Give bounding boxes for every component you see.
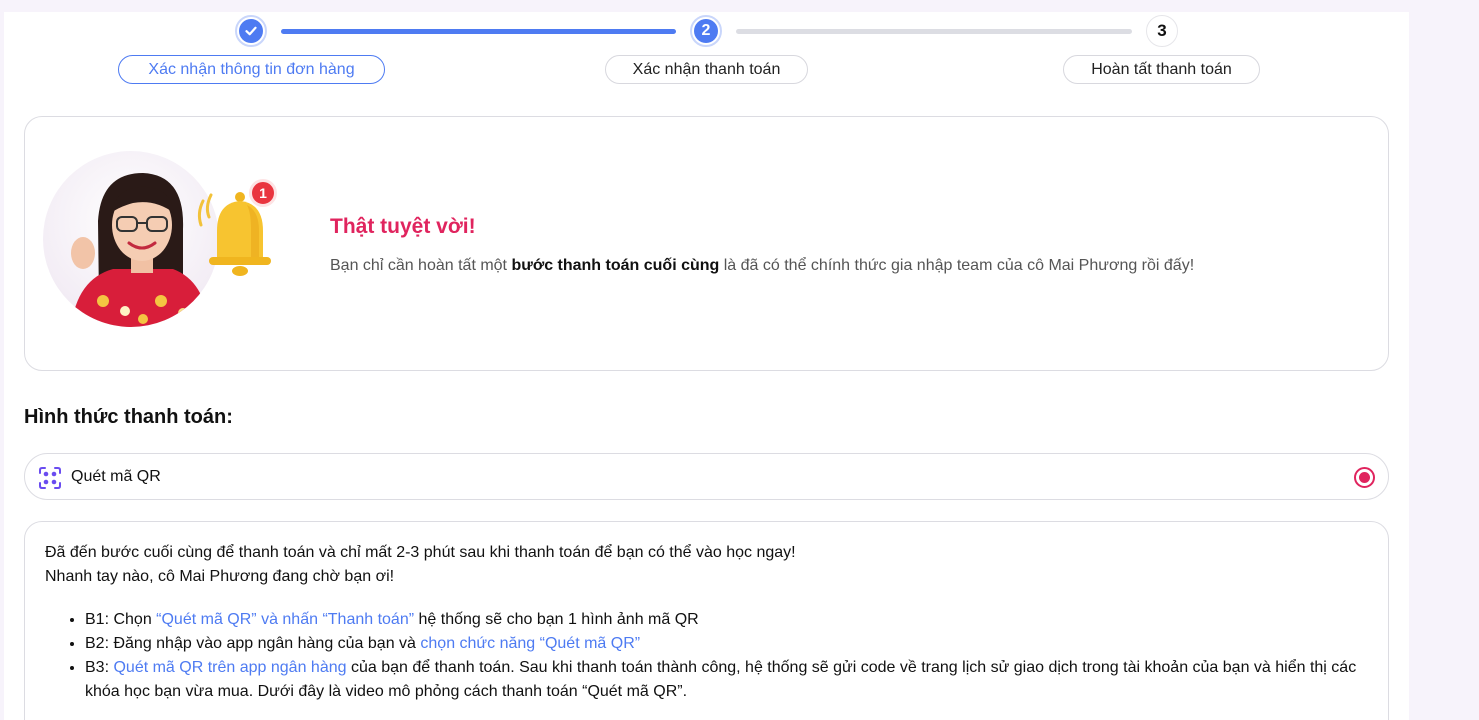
- notification-bell: 1: [195, 179, 285, 283]
- step-1-suffix: hệ thống sẽ cho bạn 1 hình ảnh mã QR: [414, 611, 699, 628]
- step-2-indicator: 2: [690, 15, 722, 47]
- payment-instructions: Đã đến bước cuối cùng để thanh toán và c…: [24, 521, 1389, 720]
- step-1-label[interactable]: Xác nhận thông tin đơn hàng: [118, 55, 385, 84]
- instruction-step-1: B1: Chọn “Quét mã QR” và nhấn “Thanh toá…: [85, 608, 1365, 632]
- step-2-label[interactable]: Xác nhận thanh toán: [605, 55, 808, 84]
- payment-option-qr[interactable]: Quét mã QR: [24, 453, 1389, 500]
- instructions-intro: Đã đến bước cuối cùng để thanh toán và c…: [45, 544, 796, 561]
- success-banner: 1 Thật tuyệt vời! Bạn chỉ cần hoàn tất m…: [24, 116, 1389, 371]
- hero-text-after: là đã có thể chính thức gia nhập team củ…: [719, 257, 1195, 274]
- step-2-prefix: B2: Đăng nhập vào app ngân hàng của bạn …: [85, 635, 421, 652]
- payment-method-title: Hình thức thanh toán:: [24, 406, 233, 428]
- instructions-encouragement: Nhanh tay nào, cô Mai Phương đang chờ bạ…: [45, 568, 395, 585]
- radio-selected-dot: [1359, 472, 1370, 483]
- qr-scan-icon: [39, 467, 61, 489]
- step-progress-line-1: [281, 29, 676, 34]
- notification-count: 1: [259, 185, 267, 201]
- checkout-page: 2 3 Xác nhận thông tin đơn hàng Xác nhận…: [4, 12, 1409, 720]
- step-1-indicator: [235, 15, 267, 47]
- step-1-prefix: B1: Chọn: [85, 611, 157, 628]
- instruction-step-2: B2: Đăng nhập vào app ngân hàng của bạn …: [85, 632, 1365, 656]
- teacher-avatar: [43, 151, 219, 327]
- hero-text-bold: bước thanh toán cuối cùng: [511, 257, 720, 274]
- step-2-number: 2: [694, 19, 718, 43]
- payment-option-label: Quét mã QR: [71, 468, 161, 485]
- hero-text-before: Bạn chỉ cần hoàn tất một: [330, 257, 512, 274]
- step-progress-line-2: [736, 29, 1132, 34]
- hero-title: Thật tuyệt vời!: [330, 215, 476, 238]
- payment-option-radio[interactable]: [1354, 467, 1375, 488]
- step-3-label[interactable]: Hoàn tất thanh toán: [1063, 55, 1260, 84]
- step-3-prefix: B3:: [85, 659, 114, 676]
- instruction-step-3: B3: Quét mã QR trên app ngân hàng của bạ…: [85, 656, 1365, 704]
- hero-message: Bạn chỉ cần hoàn tất một bước thanh toán…: [330, 257, 1194, 275]
- teacher-illustration: [71, 173, 209, 327]
- check-icon: [245, 26, 257, 36]
- step-2-highlight: chọn chức năng “Quét mã QR”: [420, 635, 641, 652]
- step-1-highlight: “Quét mã QR” và nhấn “Thanh toán”: [156, 611, 415, 628]
- notification-count-badge: 1: [249, 179, 277, 207]
- step-3-indicator: 3: [1146, 15, 1178, 47]
- step-3-highlight: Quét mã QR trên app ngân hàng: [113, 659, 347, 676]
- instructions-steps-list: B1: Chọn “Quét mã QR” và nhấn “Thanh toá…: [85, 608, 1365, 704]
